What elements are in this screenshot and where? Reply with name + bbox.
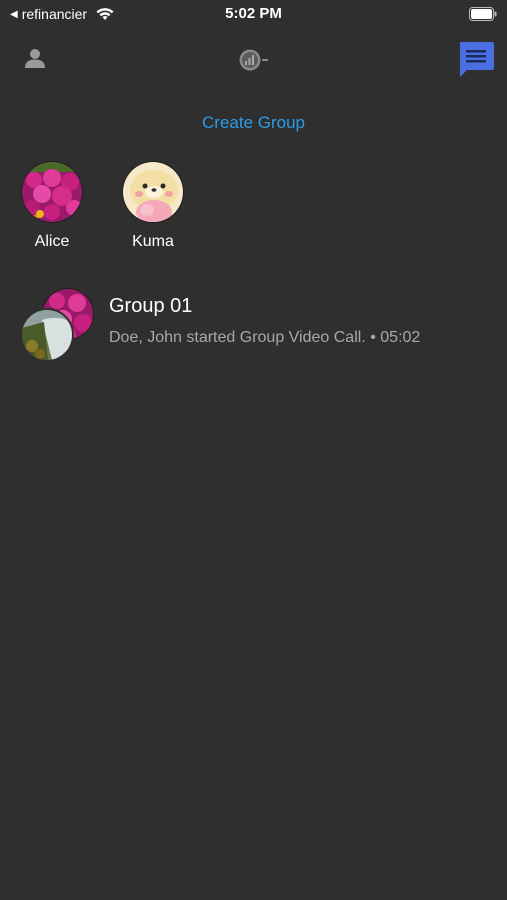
battery-icon xyxy=(469,7,497,21)
message-time: 05:02 xyxy=(380,329,421,346)
contact-item[interactable]: Alice xyxy=(12,161,92,251)
person-icon[interactable] xyxy=(24,47,46,69)
conversation-title: Group 01 xyxy=(109,295,193,317)
separator-dot: • xyxy=(370,329,376,346)
member-avatar xyxy=(20,308,74,362)
clock: 5:02 PM xyxy=(225,5,282,22)
top-nav xyxy=(0,40,507,80)
avatar xyxy=(21,161,83,223)
contact-name: Kuma xyxy=(132,233,174,250)
status-bar: ◀ refinancier 5:02 PM xyxy=(0,0,507,28)
conversation-preview: Doe, John started Group Video Call. • 05… xyxy=(109,329,420,347)
bear-plush-photo xyxy=(123,162,183,222)
group-avatar xyxy=(20,288,96,362)
conversation-row[interactable]: Group 01 Doe, John started Group Video C… xyxy=(0,286,507,366)
chat-bubble-icon[interactable] xyxy=(457,41,495,79)
contact-name: Alice xyxy=(34,233,70,250)
waterfall-photo xyxy=(22,310,72,360)
flowers-photo xyxy=(22,162,82,222)
status-indicator-icon[interactable] xyxy=(238,48,270,72)
create-group-button[interactable]: Create Group xyxy=(0,113,507,133)
contact-item[interactable]: Kuma xyxy=(113,161,193,251)
avatar xyxy=(122,161,184,223)
last-message: Doe, John started Group Video Call. xyxy=(109,329,366,346)
